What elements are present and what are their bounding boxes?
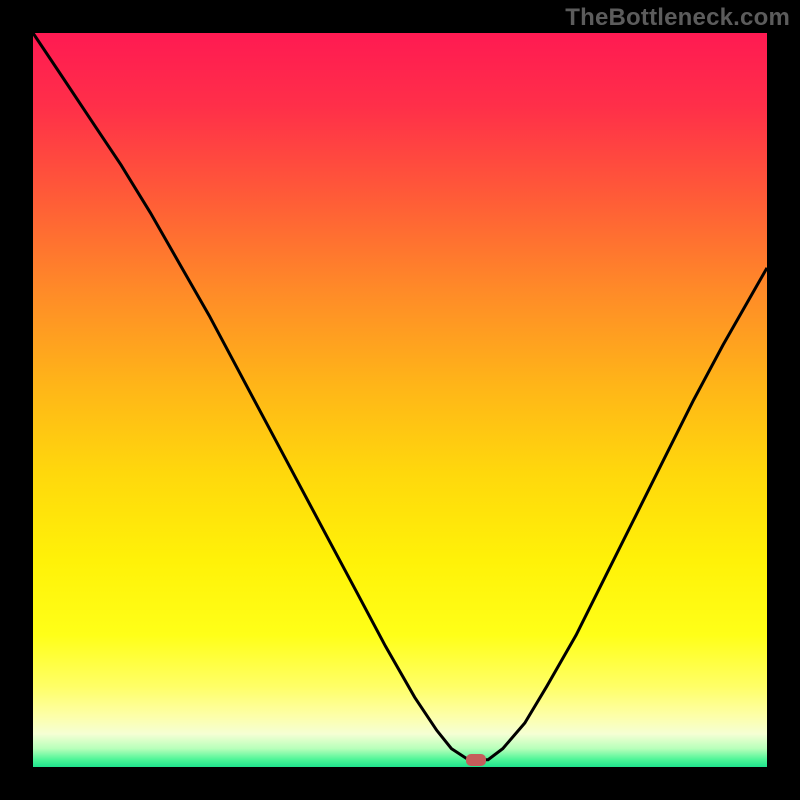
chart-frame: TheBottleneck.com bbox=[0, 0, 800, 800]
plot-area bbox=[33, 33, 767, 767]
minimum-marker bbox=[466, 754, 486, 766]
bottleneck-curve bbox=[33, 33, 767, 767]
watermark-text: TheBottleneck.com bbox=[565, 4, 790, 32]
